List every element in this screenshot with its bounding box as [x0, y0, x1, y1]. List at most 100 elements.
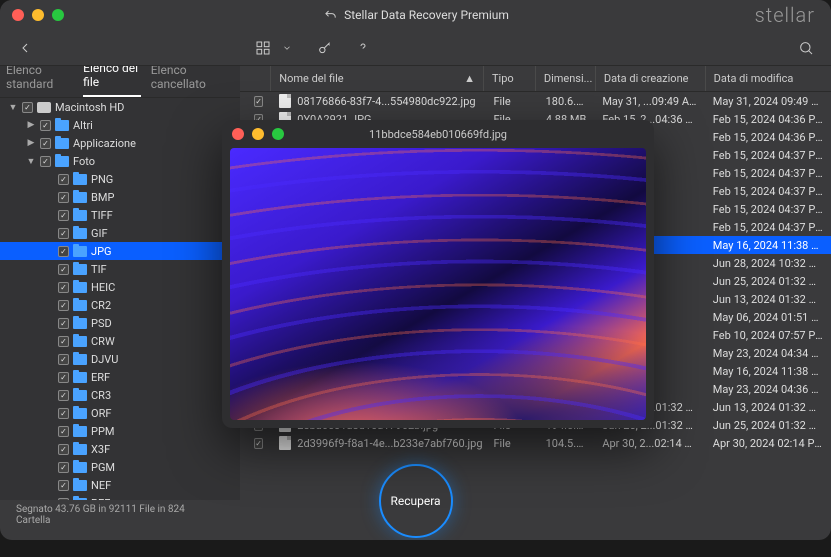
- tab-deleted[interactable]: Elenco cancellato: [151, 66, 224, 97]
- tree-item-tif[interactable]: TIF: [0, 260, 240, 278]
- preview-minimize-icon[interactable]: [252, 128, 264, 140]
- checkbox[interactable]: [58, 372, 69, 383]
- folder-icon: [73, 390, 87, 401]
- tree-item-orf[interactable]: ORF: [0, 404, 240, 422]
- checkbox[interactable]: [40, 120, 51, 131]
- file-created: Apr 30, 2...02:14 PM: [594, 437, 704, 450]
- tree-item-erf[interactable]: ERF: [0, 368, 240, 386]
- checkbox[interactable]: [58, 210, 69, 221]
- checkbox[interactable]: [254, 438, 263, 449]
- checkbox[interactable]: [58, 246, 69, 257]
- checkbox[interactable]: [58, 426, 69, 437]
- tree-item-applicazione[interactable]: ▶Applicazione: [0, 134, 240, 152]
- folder-icon: [73, 246, 87, 257]
- checkbox[interactable]: [58, 192, 69, 203]
- checkbox[interactable]: [254, 96, 263, 107]
- tree-item-foto[interactable]: ▼ Foto: [0, 152, 240, 170]
- back-button[interactable]: [16, 39, 34, 57]
- checkbox[interactable]: [58, 228, 69, 239]
- tree-item-gif[interactable]: GIF: [0, 224, 240, 242]
- disclosure-icon[interactable]: ▼: [8, 102, 18, 113]
- disclosure-icon[interactable]: ▶: [26, 138, 36, 148]
- tree-item-cr2[interactable]: CR2: [0, 296, 240, 314]
- tree-label: PSD: [91, 317, 112, 330]
- file-modified: Feb 15, 2024 04:36 PM: [705, 131, 831, 144]
- file-icon: [279, 436, 291, 450]
- file-modified: Jun 25, 2024 01:32 AM: [705, 419, 831, 432]
- tree-label: TIF: [91, 263, 107, 276]
- file-modified: Feb 15, 2024 04:37 PM: [705, 203, 831, 216]
- undo-icon: [322, 7, 338, 23]
- chevron-down-icon[interactable]: [278, 39, 296, 57]
- col-modified[interactable]: Data di modifica: [706, 66, 831, 91]
- col-type[interactable]: Tipo: [484, 66, 536, 91]
- tree-item-psd[interactable]: PSD: [0, 314, 240, 332]
- tree-item-nef[interactable]: NEF: [0, 476, 240, 494]
- tree-label: PGM: [91, 461, 115, 474]
- preview-title: 11bbdce584eb010669fd.jpg: [369, 128, 507, 141]
- zoom-icon[interactable]: [52, 9, 64, 21]
- folder-tree: ▼Macintosh HD ▶ Altri ▶Applicazione ▼ Foto PNG…: [0, 98, 240, 500]
- file-modified: Jun 13, 2024 01:32 AM: [705, 401, 831, 414]
- checkbox[interactable]: [58, 444, 69, 455]
- checkbox[interactable]: [58, 408, 69, 419]
- tree-item-x3f[interactable]: X3F: [0, 440, 240, 458]
- tree-item-tiff[interactable]: TIFF: [0, 206, 240, 224]
- checkbox[interactable]: [40, 138, 51, 149]
- checkbox[interactable]: [58, 462, 69, 473]
- help-icon[interactable]: [354, 39, 372, 57]
- tree-item-altri[interactable]: ▶ Altri: [0, 116, 240, 134]
- checkbox[interactable]: [58, 336, 69, 347]
- file-modified: Jun 25, 2024 01:32 AM: [705, 275, 831, 288]
- recover-button[interactable]: Recupera: [379, 464, 453, 538]
- tree-item-ppm[interactable]: PPM: [0, 422, 240, 440]
- tree-item-pgm[interactable]: PGM: [0, 458, 240, 476]
- file-name: 2d3996f9-f8a1-4e...b233e7abf760.jpg: [297, 437, 482, 450]
- tree-item-crw[interactable]: CRW: [0, 332, 240, 350]
- tree-label: TIFF: [91, 209, 113, 222]
- tree-label: BMP: [91, 191, 114, 204]
- file-modified: Jun 28, 2024 10:32 AM: [705, 257, 831, 270]
- file-row[interactable]: 2d3996f9-f8a1-4e...b233e7abf760.jpgFile1…: [240, 434, 831, 452]
- checkbox[interactable]: [58, 318, 69, 329]
- tab-standard[interactable]: Elenco standard: [6, 66, 73, 97]
- checkbox[interactable]: [40, 156, 51, 167]
- checkbox[interactable]: [58, 354, 69, 365]
- tree-item-heic[interactable]: HEIC: [0, 278, 240, 296]
- tab-files[interactable]: Elenco dei file: [83, 66, 141, 97]
- key-icon[interactable]: [316, 39, 334, 57]
- preview-close-icon[interactable]: [232, 128, 244, 140]
- checkbox[interactable]: [58, 390, 69, 401]
- tree-item-djvu[interactable]: DJVU: [0, 350, 240, 368]
- checkbox[interactable]: [58, 264, 69, 275]
- minimize-icon[interactable]: [32, 9, 44, 21]
- preview-zoom-icon[interactable]: [272, 128, 284, 140]
- tree-item-jpg[interactable]: JPG: [0, 242, 240, 260]
- tree-item-macintosh-hd[interactable]: ▼Macintosh HD: [0, 98, 240, 116]
- checkbox[interactable]: [58, 174, 69, 185]
- close-icon[interactable]: [12, 9, 24, 21]
- search-icon[interactable]: [797, 39, 815, 57]
- disclosure-icon[interactable]: ▼: [26, 156, 36, 167]
- tree-label: ERF: [91, 371, 110, 384]
- file-row[interactable]: 08176866-83f7-4...554980dc922.jpgFile180…: [240, 92, 831, 110]
- tree-item-png[interactable]: PNG: [0, 170, 240, 188]
- tree-label: X3F: [91, 443, 110, 456]
- file-modified: Feb 15, 2024 04:37 PM: [705, 185, 831, 198]
- status-line-1: Segnato 43.76 GB in 92111 File in 824: [16, 504, 185, 515]
- tree-label: Altri: [73, 119, 93, 132]
- checkbox[interactable]: [58, 480, 69, 491]
- column-headers: Nome del file▲ Tipo Dimensi... Data di c…: [240, 66, 831, 92]
- col-name[interactable]: Nome del file▲: [271, 66, 484, 91]
- tree-label: Foto: [73, 155, 95, 168]
- checkbox[interactable]: [22, 102, 33, 113]
- tree-label: CR3: [91, 389, 111, 402]
- tree-item-bmp[interactable]: BMP: [0, 188, 240, 206]
- col-size[interactable]: Dimensi...: [536, 66, 596, 91]
- checkbox[interactable]: [58, 300, 69, 311]
- checkbox[interactable]: [58, 282, 69, 293]
- tree-item-cr3[interactable]: CR3: [0, 386, 240, 404]
- disclosure-icon[interactable]: ▶: [26, 120, 36, 130]
- col-created[interactable]: Data di creazione: [596, 66, 706, 91]
- grid-view-icon[interactable]: [254, 39, 272, 57]
